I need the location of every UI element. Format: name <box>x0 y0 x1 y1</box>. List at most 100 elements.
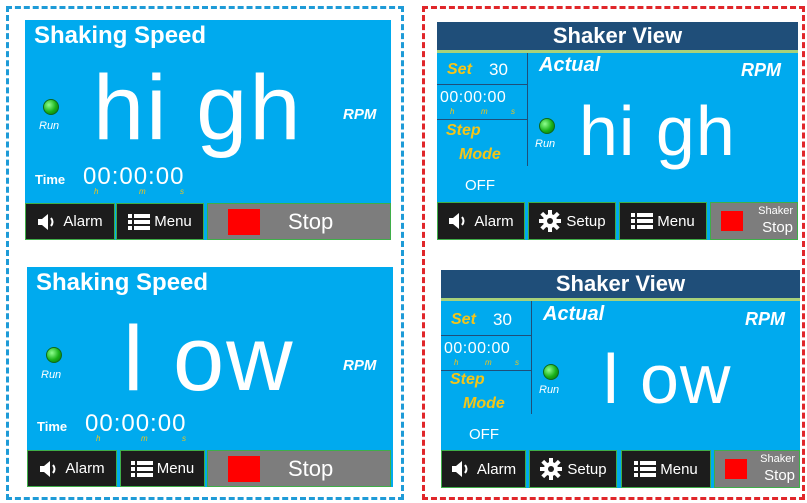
menu-button[interactable]: Menu <box>619 202 707 240</box>
shaker-view-screen-high: Shaker View Set 30 00:00:00 h m s Step M… <box>437 22 798 240</box>
rpm-label: RPM <box>745 309 785 329</box>
run-led-icon <box>46 347 62 363</box>
step-label: Step <box>450 371 485 388</box>
gear-icon <box>538 209 562 233</box>
unit-hours: h <box>96 434 101 443</box>
menu-label: Menu <box>660 460 698 478</box>
list-icon <box>130 460 153 478</box>
unit-minutes: m <box>139 187 146 196</box>
rpm-label: RPM <box>741 60 781 80</box>
speaker-icon <box>37 213 59 231</box>
run-led-icon <box>43 99 59 115</box>
alarm-label: Alarm <box>65 460 105 477</box>
status-side-panel: Set 30 00:00:00 h m s Step Mode <box>441 301 531 414</box>
rpm-label: RPM <box>343 106 377 123</box>
set-label: Set <box>447 61 472 78</box>
unit-minutes: m <box>485 358 492 367</box>
timer-cell: 00:00:00 h m s <box>441 336 531 371</box>
button-bar: Alarm Setup Menu Shaker Stop <box>441 450 800 488</box>
menu-button[interactable]: Menu <box>120 450 205 487</box>
timer-value: 00:00:00 <box>444 340 511 357</box>
unit-minutes: m <box>481 107 488 116</box>
panel-divider <box>531 301 532 414</box>
rpm-label: RPM <box>343 357 377 374</box>
screen-title: Shaking Speed <box>36 269 209 296</box>
set-cell: Set 30 <box>441 301 531 336</box>
menu-button[interactable]: Menu <box>621 450 711 488</box>
set-label: Set <box>451 311 476 328</box>
status-side-panel: Set 30 00:00:00 h m s Step Mode <box>437 53 527 166</box>
gear-icon <box>539 457 563 481</box>
setup-label: Setup <box>566 212 606 230</box>
step-mode-cell: Step Mode <box>441 371 531 414</box>
set-value: 30 <box>493 310 512 329</box>
unit-hours: h <box>450 107 455 116</box>
stop-square-icon <box>725 459 747 479</box>
actual-label: Actual <box>539 54 601 76</box>
menu-label: Menu <box>156 460 195 477</box>
step-label: Step <box>446 122 481 139</box>
alarm-button[interactable]: Alarm <box>27 450 117 487</box>
unit-minutes: m <box>141 434 148 443</box>
unit-seconds: s <box>515 358 519 367</box>
stop-top-label: Shaker <box>758 205 793 217</box>
unit-hours: h <box>454 358 459 367</box>
actual-label: Actual <box>543 303 605 325</box>
stop-label: Stop <box>288 208 334 234</box>
button-bar: Alarm Setup Menu Shaker Stop <box>437 202 798 240</box>
alarm-button[interactable]: Alarm <box>25 203 115 240</box>
stop-square-icon <box>228 208 260 235</box>
shaking-speed-screen-high: Shaking Speed Run hi gh RPM Time 00:00:0… <box>25 20 391 240</box>
shaker-stop-button[interactable]: Shaker Stop <box>710 202 798 240</box>
speed-readout: l ow <box>603 340 732 418</box>
stop-button[interactable]: Stop <box>207 203 391 240</box>
run-label: Run <box>535 138 556 150</box>
step-mode-cell: Step Mode <box>437 120 527 166</box>
unit-seconds: s <box>511 107 515 116</box>
stop-top-label: Shaker <box>760 453 795 465</box>
alarm-label: Alarm <box>474 212 514 230</box>
timer-cell: 00:00:00 h m s <box>437 85 527 120</box>
alarm-label: Alarm <box>63 213 103 230</box>
mode-value: OFF <box>469 426 499 443</box>
speaker-icon <box>448 212 470 230</box>
unit-hours: h <box>94 187 99 196</box>
unit-seconds: s <box>180 187 184 196</box>
menu-label: Menu <box>657 212 695 230</box>
menu-button[interactable]: Menu <box>116 203 204 240</box>
run-led-icon <box>539 118 555 134</box>
list-icon <box>631 212 654 230</box>
menu-label: Menu <box>154 213 192 230</box>
time-label: Time <box>35 172 66 187</box>
run-label: Run <box>39 120 60 132</box>
speed-readout: hi gh <box>93 57 303 159</box>
shaking-speed-screen-low: Shaking Speed Run l ow RPM Time 00:00:00… <box>27 267 393 487</box>
setup-button[interactable]: Setup <box>528 202 616 240</box>
alarm-button[interactable]: Alarm <box>437 202 525 240</box>
unit-seconds: s <box>182 434 186 443</box>
screen-title: Shaker View <box>441 270 800 298</box>
button-bar: Alarm Menu Stop <box>25 203 391 240</box>
mode-label: Mode <box>463 395 505 412</box>
shaker-stop-button[interactable]: Shaker Stop <box>714 450 800 488</box>
panel-divider <box>527 53 528 166</box>
stop-button[interactable]: Stop <box>207 450 391 487</box>
list-icon <box>128 213 151 231</box>
screen-title: Shaking Speed <box>34 22 207 49</box>
set-value: 30 <box>489 60 508 79</box>
alarm-button[interactable]: Alarm <box>441 450 526 488</box>
button-bar: Alarm Menu Stop <box>27 450 393 487</box>
set-cell: Set 30 <box>437 53 527 85</box>
stop-label: Stop <box>764 467 795 484</box>
timer-value: 00:00:00 <box>440 89 507 106</box>
screen-title: Shaker View <box>437 22 798 50</box>
stop-square-icon <box>721 211 743 231</box>
stop-square-icon <box>228 455 260 482</box>
shaker-view-screen-low: Shaker View Set 30 00:00:00 h m s Step M… <box>441 270 800 488</box>
stop-label: Stop <box>288 455 334 481</box>
speed-readout: l ow <box>123 308 295 410</box>
alarm-label: Alarm <box>476 460 517 478</box>
mode-label: Mode <box>459 146 501 163</box>
setup-button[interactable]: Setup <box>529 450 617 488</box>
mode-value: OFF <box>465 177 495 194</box>
